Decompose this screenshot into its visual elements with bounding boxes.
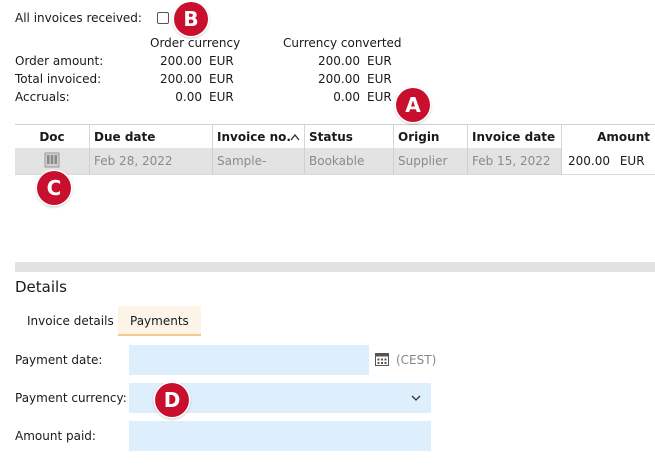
- column-header-due-date[interactable]: Due date: [90, 125, 213, 149]
- column-header-label: Invoice no.: [217, 130, 291, 144]
- invoice-no-cell: Sample-1602...: [213, 148, 305, 174]
- total-invoiced-currency: EUR: [209, 72, 234, 86]
- invoice-table-header: Doc Due date Invoice no. Status Origin I…: [15, 124, 655, 150]
- order-amount-converted-value: 200.00: [318, 54, 360, 68]
- payment-date-label: Payment date:: [15, 353, 103, 367]
- amount-cell: 200.00 EUR: [562, 148, 655, 174]
- column-header-doc[interactable]: Doc: [15, 125, 90, 149]
- payment-date-input[interactable]: [129, 345, 369, 375]
- amount-value: 200.00: [568, 154, 610, 168]
- tab-payments[interactable]: Payments: [118, 306, 201, 336]
- column-header-invoice-no[interactable]: Invoice no.: [213, 125, 305, 149]
- timezone-label: (CEST): [396, 353, 437, 367]
- amount-paid-label: Amount paid:: [15, 429, 96, 443]
- document-binder-icon[interactable]: [44, 152, 60, 168]
- summary-label: Total invoiced:: [15, 72, 102, 86]
- accruals-converted-currency: EUR: [367, 90, 392, 104]
- column-header-amount[interactable]: Amount: [562, 125, 654, 149]
- order-currency-header: Order currency: [150, 36, 241, 50]
- annotation-badge-c: C: [37, 171, 71, 205]
- order-amount-currency: EUR: [209, 54, 234, 68]
- origin-cell: Supplier: [394, 148, 468, 174]
- summary-label: Accruals:: [15, 90, 70, 104]
- sort-ascending-icon: [290, 133, 300, 141]
- amount-currency: EUR: [619, 154, 645, 168]
- order-amount-value: 200.00: [160, 54, 202, 68]
- due-date-cell: Feb 28, 2022: [90, 148, 213, 174]
- all-invoices-received-checkbox[interactable]: [157, 12, 169, 24]
- chevron-down-icon[interactable]: [411, 395, 421, 401]
- annotation-badge-d: D: [155, 383, 189, 417]
- total-invoiced-value: 200.00: [160, 72, 202, 86]
- status-cell: Bookable: [305, 148, 394, 174]
- tab-invoice-details[interactable]: Invoice details: [15, 306, 126, 336]
- column-header-origin[interactable]: Origin: [394, 125, 468, 149]
- accruals-value: 0.00: [175, 90, 202, 104]
- annotation-badge-b: B: [174, 2, 208, 36]
- panel-splitter[interactable]: [15, 262, 655, 272]
- column-header-status[interactable]: Status: [305, 125, 394, 149]
- accruals-converted-value: 0.00: [333, 90, 360, 104]
- order-amount-converted-currency: EUR: [367, 54, 392, 68]
- total-invoiced-converted-currency: EUR: [367, 72, 392, 86]
- table-row[interactable]: Feb 28, 2022 Sample-1602... Bookable Sup…: [15, 148, 655, 175]
- annotation-badge-a: A: [396, 88, 430, 122]
- calendar-icon[interactable]: [375, 352, 389, 366]
- total-invoiced-converted-value: 200.00: [318, 72, 360, 86]
- invoice-date-cell: Feb 15, 2022: [468, 148, 562, 174]
- payment-currency-label: Payment currency:: [15, 391, 127, 405]
- column-header-invoice-date[interactable]: Invoice date: [468, 125, 562, 149]
- amount-paid-input[interactable]: [129, 421, 431, 451]
- summary-label: Order amount:: [15, 54, 104, 68]
- accruals-currency: EUR: [209, 90, 234, 104]
- currency-converted-header: Currency converted: [283, 36, 402, 50]
- all-invoices-received-label: All invoices received:: [15, 11, 142, 25]
- details-title: Details: [15, 278, 68, 296]
